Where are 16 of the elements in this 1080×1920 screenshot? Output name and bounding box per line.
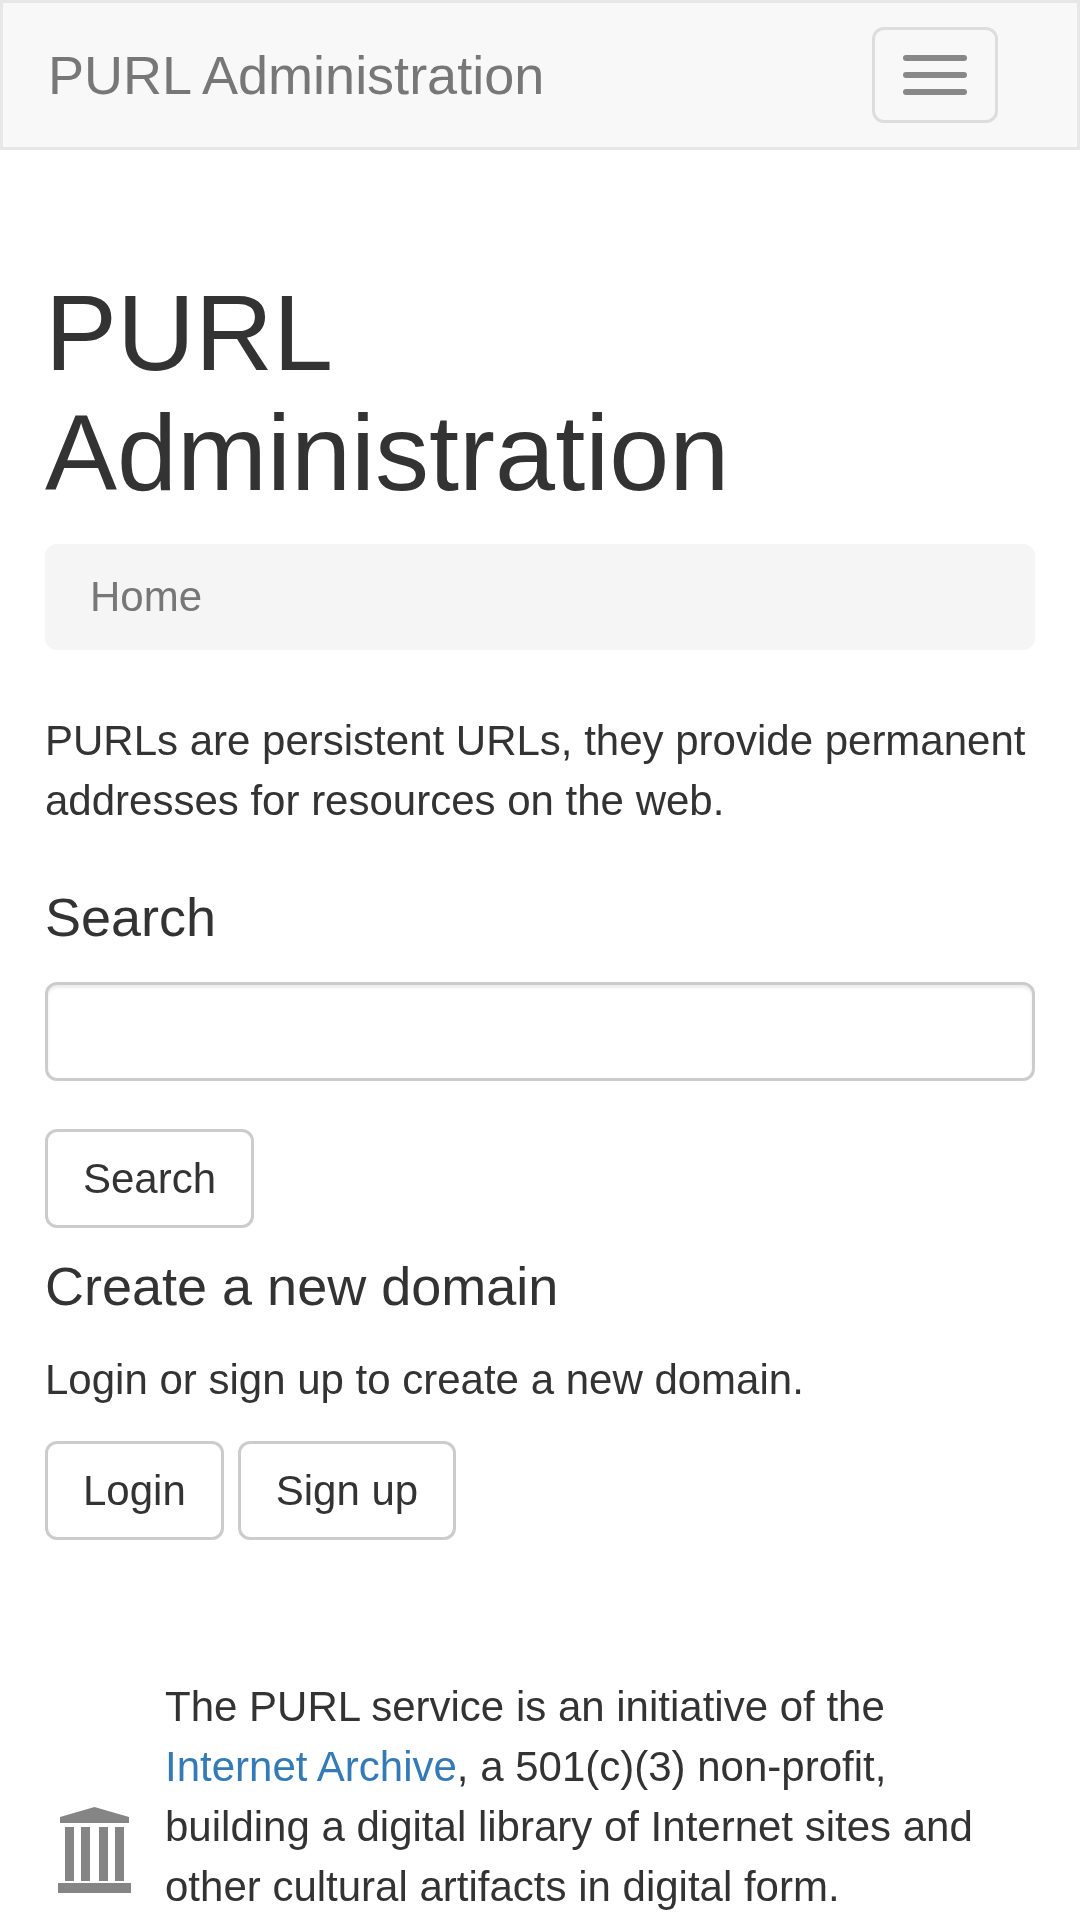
- page-title: PURL Administration: [45, 273, 731, 513]
- info-text: Login or sign up to create a new domain.: [45, 1355, 805, 1405]
- menu-button[interactable]: [872, 27, 998, 123]
- search-button[interactable]: Search: [45, 1129, 255, 1228]
- menu-icon: [903, 55, 967, 95]
- section-heading: Search: [45, 888, 218, 947]
- temple-icon: [58, 1807, 131, 1893]
- breadcrumb-item: Home: [90, 572, 203, 622]
- brand-link[interactable]: PURL Administration: [48, 45, 545, 105]
- section-heading: Create a new domain: [45, 1256, 560, 1316]
- text-link[interactable]: Internet Archive: [165, 1743, 457, 1790]
- intro-text: PURLs are persistent URLs, they provide permanent addresses for resources on the web.: [45, 716, 1027, 826]
- login-button[interactable]: Login: [45, 1441, 224, 1540]
- search-field[interactable]: [45, 982, 1035, 1081]
- signup-button[interactable]: Sign up: [237, 1441, 457, 1540]
- footer-text: The PURL service is an initiative of the Internet Archive, a 501(c)(3) non-profit, building a digital library of Internet sites and other cultural artifacts in digital form.: [165, 1682, 974, 1912]
